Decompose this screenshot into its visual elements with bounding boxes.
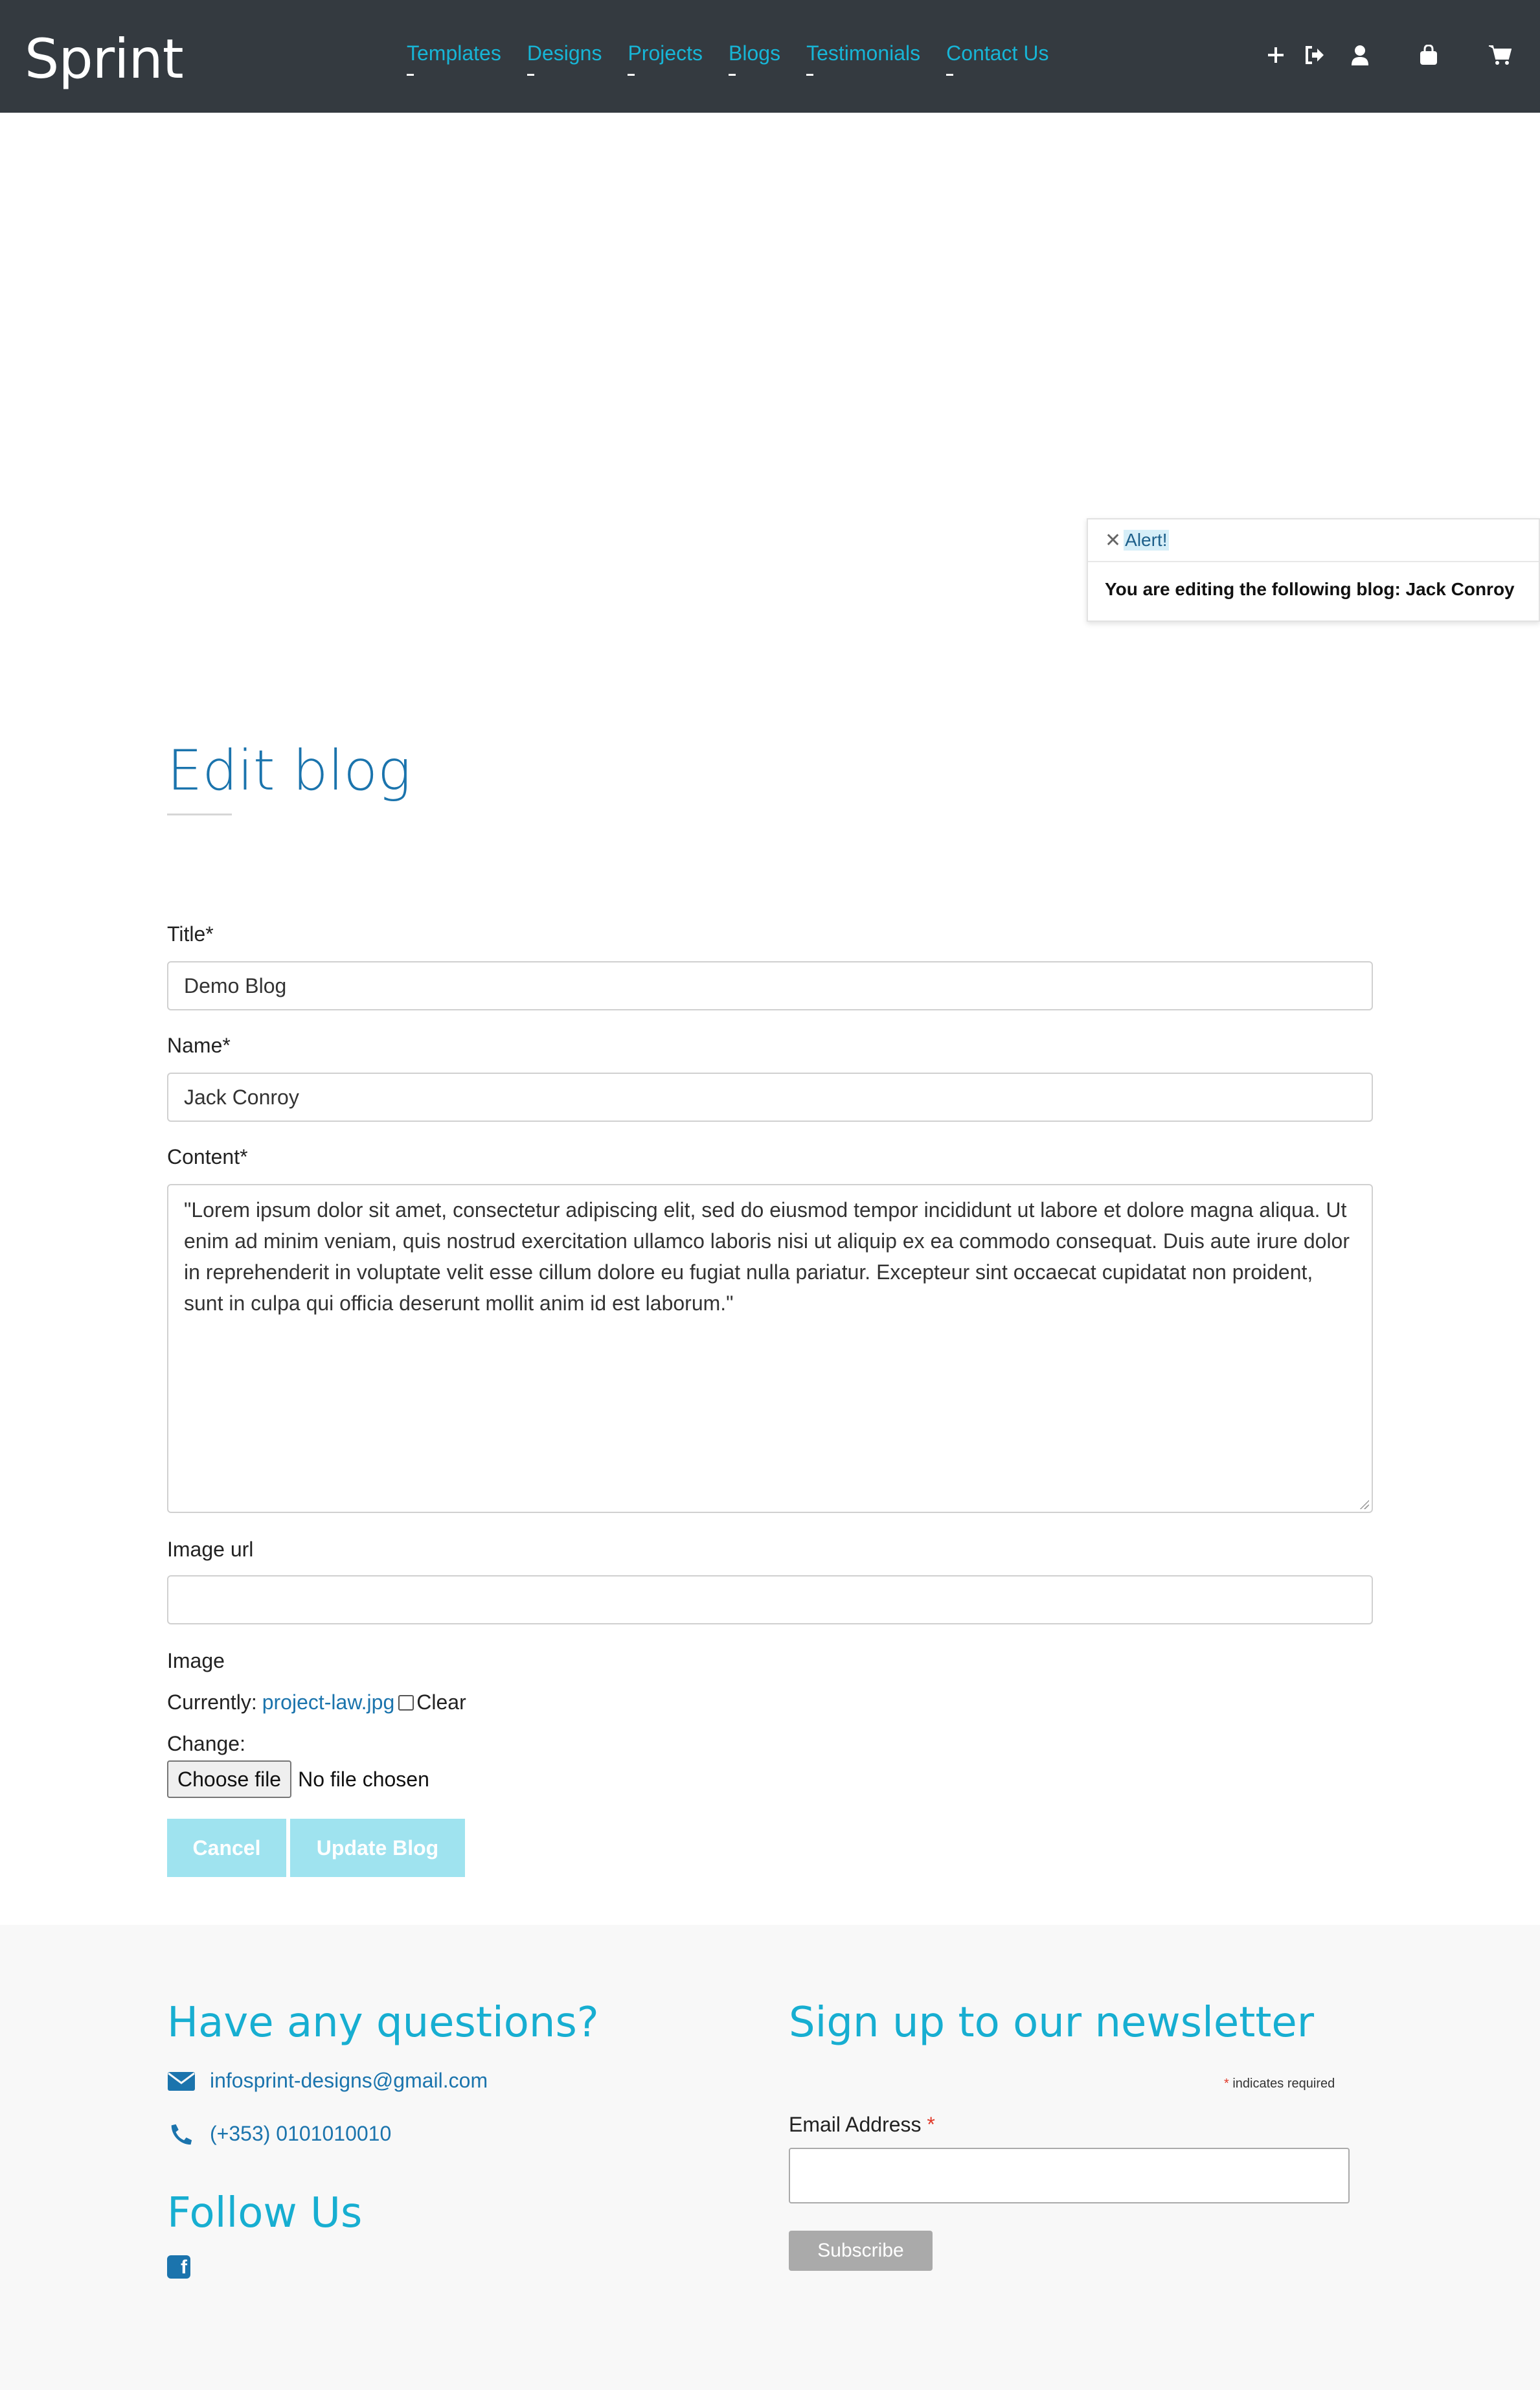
nav-link-projects[interactable]: Projects xyxy=(628,41,703,76)
envelope-icon xyxy=(168,2071,195,2091)
cart-icon[interactable] xyxy=(1487,40,1513,70)
alert-toast: ✕ Alert! You are editing the following b… xyxy=(1087,518,1540,622)
required-note: * indicates required xyxy=(1224,2077,1335,2091)
content-label: Content* xyxy=(167,1145,248,1168)
alert-message: You are editing the following blog: Jack… xyxy=(1105,579,1515,599)
email-address-label-text: Email Address xyxy=(789,2113,922,2136)
sign-out-icon[interactable] xyxy=(1302,40,1328,70)
title-input[interactable]: Demo Blog xyxy=(167,961,1373,1010)
required-star: * xyxy=(1224,2077,1229,2091)
clear-label: Clear xyxy=(416,1690,466,1714)
alert-header: ✕ Alert! xyxy=(1088,519,1539,562)
nav-link-templates[interactable]: Templates xyxy=(407,41,501,76)
required-note-text: indicates required xyxy=(1232,2077,1335,2091)
contact-email-text: infosprint-designs@gmail.com xyxy=(210,2069,488,2092)
nav-links: Templates Designs Projects Blogs Testimo… xyxy=(407,41,1048,76)
update-blog-button[interactable]: Update Blog xyxy=(290,1819,465,1877)
shopping-bag-icon[interactable] xyxy=(1416,40,1442,70)
title-label: Title* xyxy=(167,922,214,946)
name-label: Name* xyxy=(167,1034,231,1057)
footer: Have any questions? infosprint-designs@g… xyxy=(0,1925,1540,2390)
image-url-label: Image url xyxy=(167,1538,254,1561)
email-required-star: * xyxy=(927,2113,935,2136)
phone-icon xyxy=(171,2124,192,2145)
content-text: "Lorem ipsum dolor sit amet, consectetur… xyxy=(184,1198,1350,1315)
newsletter-email-input[interactable] xyxy=(789,2148,1350,2203)
clear-checkbox[interactable] xyxy=(398,1694,414,1711)
content-textarea[interactable]: "Lorem ipsum dolor sit amet, consectetur… xyxy=(167,1184,1373,1513)
facebook-icon[interactable]: f xyxy=(167,2255,190,2279)
navbar: Sprint Templates Designs Projects Blogs … xyxy=(0,0,1540,113)
alert-title: Alert! xyxy=(1124,530,1169,551)
file-input: Choose file No file chosen xyxy=(167,1760,429,1798)
nav-link-blogs[interactable]: Blogs xyxy=(729,41,780,76)
brand-logo[interactable]: Sprint xyxy=(25,27,184,91)
email-address-label: Email Address * xyxy=(789,2113,935,2137)
contact-email[interactable]: infosprint-designs@gmail.com xyxy=(167,2069,488,2093)
nav-link-contact-us[interactable]: Contact Us xyxy=(946,41,1048,76)
plus-icon[interactable] xyxy=(1263,40,1289,70)
current-file-link[interactable]: project-law.jpg xyxy=(262,1690,395,1714)
title-divider xyxy=(167,814,232,815)
close-icon[interactable]: ✕ xyxy=(1105,529,1121,552)
image-label: Image xyxy=(167,1649,225,1672)
subscribe-button[interactable]: Subscribe xyxy=(789,2231,933,2271)
name-input[interactable]: Jack Conroy xyxy=(167,1073,1373,1122)
file-status: No file chosen xyxy=(298,1767,429,1791)
change-label: Change: xyxy=(167,1732,245,1755)
nav-link-designs[interactable]: Designs xyxy=(527,41,602,76)
contact-phone[interactable]: (+353) 0101010010 xyxy=(167,2122,391,2146)
nav-link-testimonials[interactable]: Testimonials xyxy=(806,41,920,76)
image-url-input[interactable] xyxy=(167,1575,1373,1624)
questions-heading: Have any questions? xyxy=(167,1999,599,2047)
currently-label: Currently: xyxy=(167,1690,257,1714)
follow-heading: Follow Us xyxy=(167,2189,363,2237)
cancel-button[interactable]: Cancel xyxy=(167,1819,286,1877)
nav-icons xyxy=(1263,40,1522,73)
newsletter-heading: Sign up to our newsletter xyxy=(789,1999,1315,2047)
current-image-row: Currently: project-law.jpg Clear xyxy=(167,1690,466,1714)
page-title: Edit blog xyxy=(167,738,411,803)
contact-phone-text: (+353) 0101010010 xyxy=(210,2122,392,2145)
user-icon[interactable] xyxy=(1347,40,1373,70)
choose-file-button[interactable]: Choose file xyxy=(167,1760,292,1798)
resize-handle[interactable] xyxy=(1359,1499,1369,1509)
